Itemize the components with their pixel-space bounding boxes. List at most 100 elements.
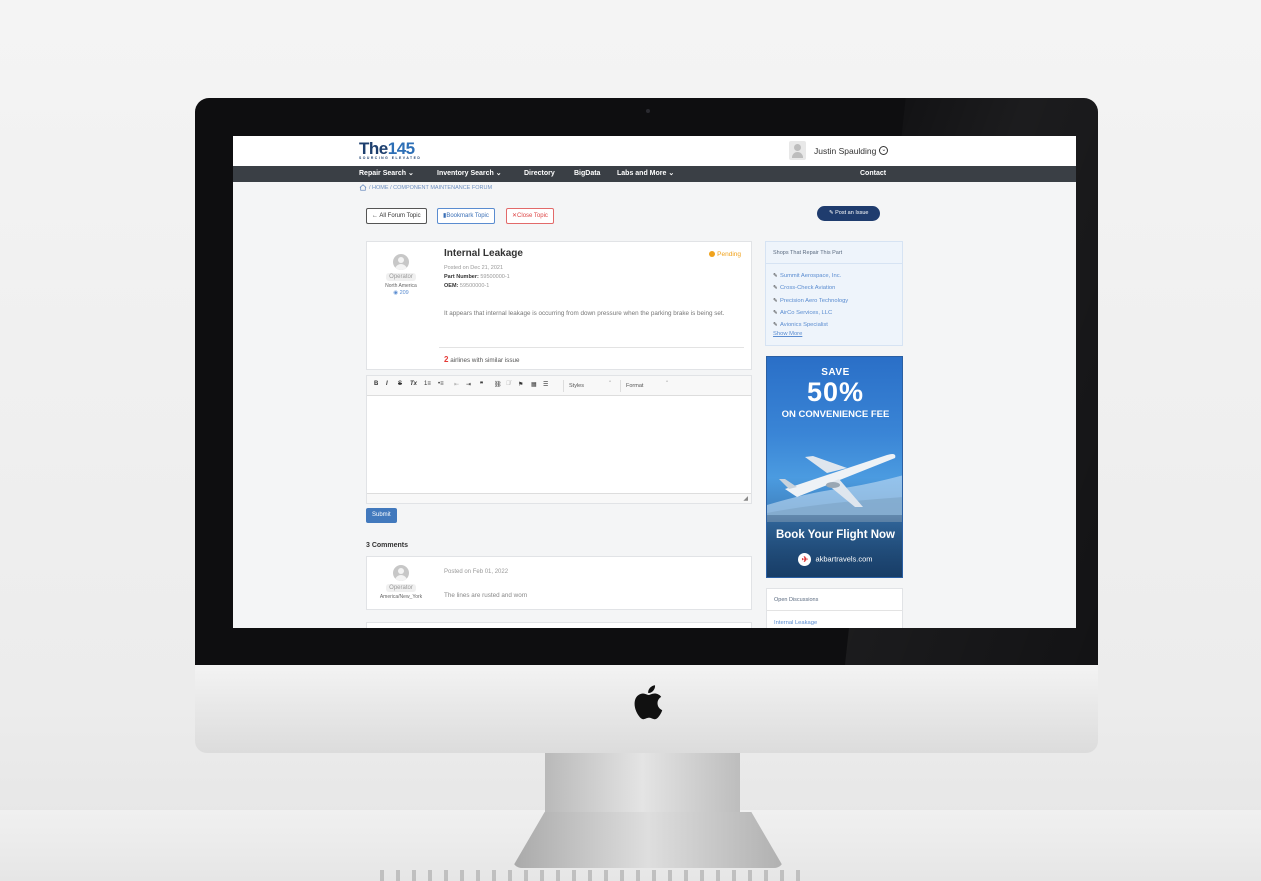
format-dropdown[interactable]: Format ˆ	[620, 380, 672, 392]
user-avatar	[789, 141, 806, 160]
main-nav: Repair Search ⌄ Inventory Search ⌄ Direc…	[233, 166, 1076, 182]
bookmark-topic-label: Bookmark Topic	[446, 213, 489, 219]
open-discussions-panel: Open Discussions Internal Leakage	[766, 588, 903, 628]
part-number-label: Part Number:	[444, 274, 479, 280]
site-logo[interactable]: The145 SOURCING ELEVATED	[359, 140, 421, 160]
author-region: North America	[385, 283, 417, 289]
oem-value: 59500000-1	[459, 283, 490, 289]
similar-issue-count: 2 airlines with similar issue	[444, 355, 520, 364]
numbered-list-button[interactable]: 1≡	[424, 381, 431, 387]
shop-name: Precision Aero Technology	[780, 297, 849, 304]
airplane-image	[767, 454, 902, 522]
styles-label: Styles	[569, 383, 584, 389]
nav-inventory-search[interactable]: Inventory Search ⌄	[437, 166, 502, 182]
travel-ad-banner[interactable]: SAVE 50% ON CONVENIENCE FEE Book Your Fl…	[766, 356, 903, 578]
table-icon[interactable]: ▦	[531, 381, 537, 388]
nav-directory[interactable]: Directory	[524, 166, 555, 182]
styles-dropdown[interactable]: Styles ˆ	[563, 380, 615, 392]
shop-link[interactable]: ✎ Precision Aero Technology	[773, 295, 848, 307]
repair-shops-panel: Shops That Repair This Part ✎ Summit Aero…	[765, 241, 903, 346]
chevron-down-icon[interactable]: ⌄	[879, 146, 889, 155]
comment-card	[366, 622, 752, 628]
all-forum-topics-label: All Forum Topic	[379, 213, 421, 219]
user-avatar-icon	[393, 254, 409, 270]
logo-tagline: SOURCING ELEVATED	[359, 156, 422, 160]
close-topic-button[interactable]: ✕Close Topic	[506, 208, 554, 224]
comment-posted-date: Posted on Feb 01, 2022	[444, 569, 509, 575]
similar-count-label: airlines with similar issue	[450, 357, 520, 364]
view-count: ◉ 209	[381, 290, 421, 296]
all-forum-topics-button[interactable]: ← All Forum Topic	[366, 208, 427, 224]
bullet-list-button[interactable]: •≡	[438, 381, 444, 387]
user-avatar-icon	[393, 565, 409, 581]
topic-title: Internal Leakage	[444, 248, 523, 259]
nav-labs-and-more[interactable]: Labs and More ⌄	[617, 166, 674, 182]
open-discussion-link[interactable]: Internal Leakage	[774, 620, 817, 626]
bookmark-topic-button[interactable]: ▮Bookmark Topic	[437, 208, 495, 224]
post-issue-button[interactable]: ✎ Post an Issue	[817, 206, 881, 221]
user-menu[interactable]: Justin Spaulding ⌄	[789, 141, 889, 160]
view-count-value: 209	[399, 290, 409, 296]
close-topic-label: Close Topic	[517, 213, 548, 219]
pencil-icon: ✎	[773, 309, 778, 316]
anchor-icon[interactable]: ⚑	[518, 381, 523, 388]
site-header: The145 SOURCING ELEVATED Justin Spauldin…	[233, 136, 1076, 166]
shop-link[interactable]: ✎ Avionics Specialist	[773, 319, 848, 331]
breadcrumb: / HOME / COMPONENT MAINTENANCE FORUM	[359, 184, 492, 191]
show-more-link[interactable]: Show More	[773, 331, 848, 337]
post-issue-label: Post an Issue	[835, 210, 869, 216]
remove-format-button[interactable]: Tx	[410, 381, 417, 387]
comment-author-role: Operator	[386, 584, 416, 592]
oem-label: OEM:	[444, 283, 459, 289]
italic-button[interactable]: I	[386, 381, 388, 387]
topic-card: Operator North America ◉ 209 Internal Le…	[366, 241, 752, 370]
editor-toolbar: B I S Tx 1≡ •≡ ⇤ ⇥ ❞ ⛓ ⛓̸ ⚑ ▦ ☰ Styles ˆ …	[367, 376, 751, 396]
pencil-icon: ✎	[773, 322, 778, 329]
format-label: Format	[626, 383, 644, 389]
pending-dot-icon	[709, 251, 716, 257]
nav-contact[interactable]: Contact	[860, 166, 886, 182]
shop-link[interactable]: ✎ Summit Aerospace, Inc.	[773, 270, 848, 282]
ad-offer-text: ON CONVENIENCE FEE	[781, 409, 890, 420]
status-label: Pending	[717, 251, 741, 258]
similar-count-value: 2	[444, 355, 449, 364]
shop-name: AirCo Services, LLC	[780, 309, 833, 316]
comments-heading: 3 Comments	[366, 542, 409, 549]
pencil-icon: ✎	[773, 297, 778, 304]
monitor-stand-neck	[545, 753, 740, 815]
bold-button[interactable]: B	[374, 381, 378, 387]
pencil-icon: ✎	[773, 285, 778, 292]
shop-name: Cross-Check Aviation	[780, 285, 836, 292]
ad-site-text: akbartravels.com	[815, 554, 873, 564]
shop-link[interactable]: ✎ Cross-Check Aviation	[773, 282, 848, 294]
caret-up-icon: ˆ	[609, 381, 611, 387]
oem: OEM: 59500000-1	[444, 283, 489, 289]
webcam	[646, 109, 650, 113]
part-number: Part Number: 59500000-1	[444, 274, 510, 280]
caret-up-icon: ˆ	[666, 381, 668, 387]
nav-bigdata[interactable]: BigData	[574, 166, 600, 182]
topic-author: Operator North America ◉ 209	[381, 254, 421, 296]
repair-shops-heading: Shops That Repair This Part	[766, 242, 902, 264]
breadcrumb-text[interactable]: / HOME / COMPONENT MAINTENANCE FORUM	[369, 185, 492, 191]
divider	[439, 347, 744, 348]
blockquote-button[interactable]: ❞	[480, 381, 483, 388]
resize-handle-icon[interactable]: ◢	[743, 495, 748, 502]
link-icon[interactable]: ⛓	[494, 381, 502, 388]
strike-button[interactable]: S	[398, 381, 402, 387]
status-badge: Pending	[709, 251, 741, 258]
outdent-button[interactable]: ⇤	[454, 381, 459, 388]
home-icon[interactable]	[359, 184, 367, 191]
shop-link[interactable]: ✎ AirCo Services, LLC	[773, 307, 848, 319]
shop-name: Summit Aerospace, Inc.	[780, 273, 842, 279]
unlink-icon[interactable]: ⛓̸	[506, 381, 511, 387]
editor-text-area[interactable]	[367, 396, 751, 493]
submit-button[interactable]: Submit	[366, 508, 397, 523]
open-discussions-heading: Open Discussions	[767, 589, 902, 611]
comment-card: Operator America/New_York Posted on Feb …	[366, 556, 752, 610]
shop-name: Avionics Specialist	[780, 322, 828, 329]
nav-repair-search[interactable]: Repair Search ⌄	[359, 166, 414, 182]
apple-logo-icon	[634, 685, 663, 720]
indent-button[interactable]: ⇥	[466, 381, 471, 388]
horizontal-rule-icon[interactable]: ☰	[543, 381, 548, 388]
